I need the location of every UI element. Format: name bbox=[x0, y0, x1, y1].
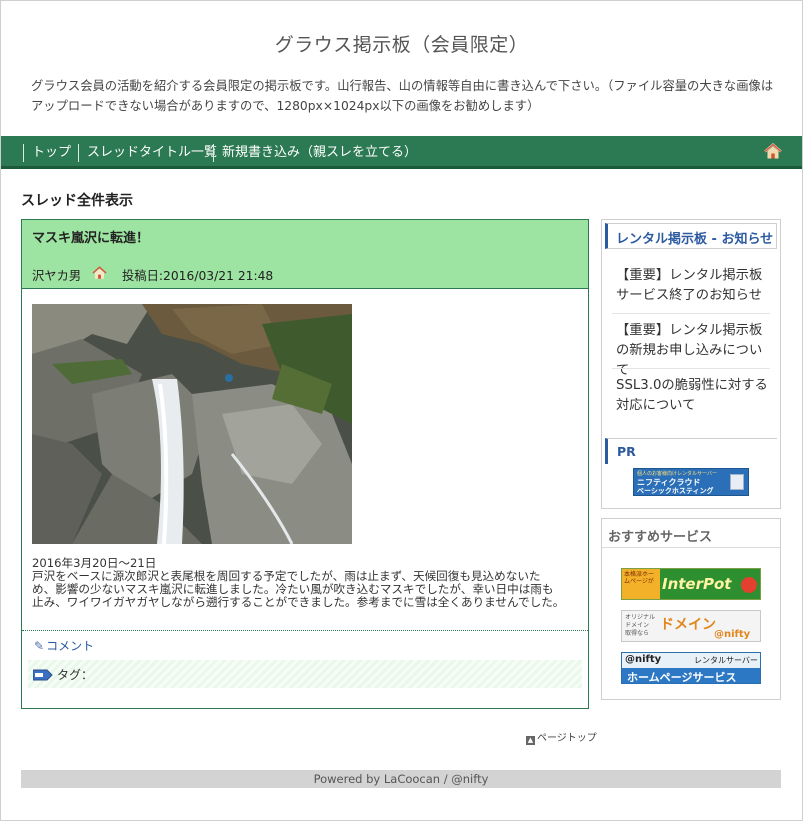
arrow-up-icon: ▲ bbox=[526, 736, 535, 745]
site-title: グラウス掲示板（会員限定） bbox=[274, 34, 529, 56]
home-icon[interactable] bbox=[764, 143, 782, 160]
banner-text: オリジナル bbox=[625, 614, 656, 621]
tag-label: タグ： bbox=[57, 668, 94, 682]
pencil-icon: ✎ bbox=[34, 639, 45, 653]
recommend-box: おすすめサービス 本格派ホームページが InterPot オリジナル ドメイン … bbox=[601, 518, 781, 700]
footer: Powered by LaCoocan / @nifty bbox=[21, 770, 781, 788]
banner-text: ベーシックホスティング bbox=[637, 487, 714, 495]
thread-header: マスキ嵐沢に転進！ 沢ヤカ男 投稿日:2016/03/21 21:48 bbox=[22, 220, 588, 289]
notice-item[interactable]: SSL3.0の脆弱性に対する対応について bbox=[616, 376, 772, 416]
pr-header: PR bbox=[605, 438, 777, 464]
page-top-link[interactable]: ▲ ページトップ bbox=[526, 729, 597, 745]
notice-divider bbox=[612, 313, 770, 314]
notice-header: レンタル掲示板 - お知らせ bbox=[605, 223, 777, 249]
page-top-label: ページトップ bbox=[537, 733, 597, 744]
notice-item[interactable]: 【重要】レンタル掲示板の新規お申し込みについて bbox=[616, 321, 772, 381]
author-home-icon[interactable] bbox=[92, 266, 107, 280]
section-title: スレッド全件表示 bbox=[21, 193, 133, 209]
banner-text: @nifty bbox=[714, 629, 751, 640]
waterfall-photo bbox=[32, 304, 352, 544]
banner-text: ドメイン bbox=[625, 622, 650, 629]
body-line: 止み、ワイワイガヤガヤしながら遡行することができました。参考までに雪は全くありま… bbox=[32, 595, 565, 609]
thread-title: マスキ嵐沢に転進！ bbox=[32, 231, 150, 246]
banner-text: レンタルサーバー bbox=[694, 656, 758, 665]
thread-body: 2016年3月20日～21日 戸沢をベースに源次郎沢と表尾根を周回する予定でした… bbox=[32, 557, 577, 609]
nav-new-post-link[interactable]: 新規書き込み（親スレを立てる） bbox=[213, 144, 417, 162]
interpot-banner[interactable]: 本格派ホームページが InterPot bbox=[621, 568, 761, 600]
domain-banner[interactable]: オリジナル ドメイン 取得なら ドメイン @nifty bbox=[621, 610, 761, 642]
homepage-service-banner[interactable]: @nifty レンタルサーバー ホームページサービス bbox=[621, 652, 761, 684]
banner-text: @nifty bbox=[625, 654, 662, 665]
pr-title: PR bbox=[617, 444, 636, 459]
comment-link[interactable]: ✎ コメント bbox=[34, 637, 94, 654]
banner-text: 本格派ホームページが bbox=[624, 571, 655, 585]
nifty-cloud-banner[interactable]: 個人のお客様向けレンタルサーバー ニフティクラウド ベーシックホスティング bbox=[633, 468, 749, 496]
notice-divider bbox=[612, 368, 770, 369]
notice-box: レンタル掲示板 - お知らせ 【重要】レンタル掲示板サービス終了のお知らせ 【重… bbox=[601, 219, 781, 509]
banner-text: InterPot bbox=[662, 575, 732, 593]
notice-item[interactable]: 【重要】レンタル掲示板サービス終了のお知らせ bbox=[616, 266, 772, 306]
comment-label: コメント bbox=[46, 639, 95, 653]
post-date: 投稿日:2016/03/21 21:48 bbox=[122, 269, 274, 283]
tag-bar: タグ： bbox=[28, 660, 582, 688]
recommend-header: おすすめサービス bbox=[602, 519, 780, 548]
notice-title: レンタル掲示板 - お知らせ bbox=[616, 232, 774, 247]
thread-divider bbox=[22, 630, 588, 631]
thread-post: マスキ嵐沢に転進！ 沢ヤカ男 投稿日:2016/03/21 21:48 2016… bbox=[21, 219, 589, 709]
server-icon bbox=[730, 474, 744, 490]
nav-top-link[interactable]: トップ bbox=[23, 144, 71, 162]
main-nav: トップ スレッドタイトル一覧 新規書き込み（親スレを立てる） bbox=[1, 136, 802, 169]
recommend-title: おすすめサービス bbox=[608, 530, 713, 545]
thread-author: 沢ヤカ男 bbox=[32, 269, 82, 283]
banner-text: ホームページサービス bbox=[627, 671, 737, 684]
banner-text: 個人のお客様向けレンタルサーバー bbox=[637, 471, 717, 477]
banner-text: ドメイン bbox=[660, 617, 716, 633]
pot-icon bbox=[741, 577, 757, 593]
site-description: グラウス会員の活動を紹介する会員限定の掲示板です。山行報告、山の情報等自由に書き… bbox=[31, 79, 774, 113]
nav-thread-list-link[interactable]: スレッドタイトル一覧 bbox=[78, 144, 217, 162]
tag-icon bbox=[33, 669, 53, 681]
banner-text: 取得なら bbox=[625, 630, 650, 637]
